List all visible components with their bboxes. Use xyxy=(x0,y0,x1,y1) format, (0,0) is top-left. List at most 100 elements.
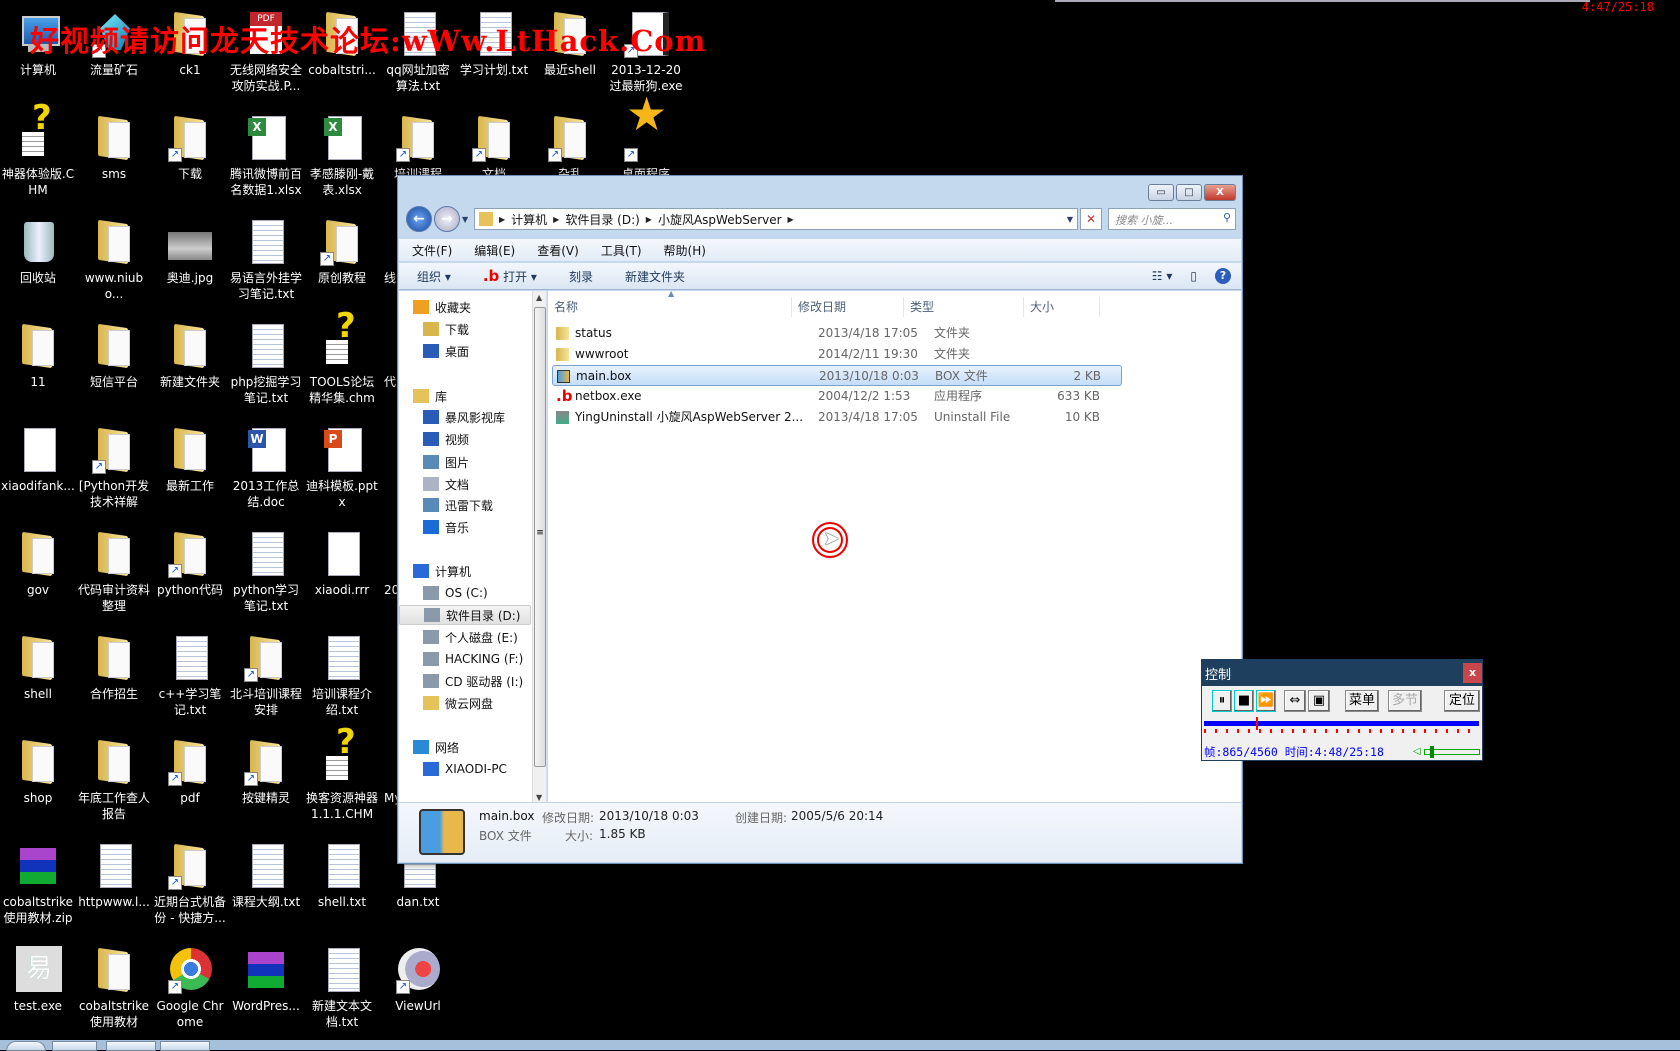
back-button[interactable]: ← xyxy=(406,206,432,232)
menu-edit[interactable]: 编辑(E) xyxy=(461,242,524,259)
menu-button[interactable]: 菜单 xyxy=(1345,690,1379,712)
nav-item[interactable]: 网络 xyxy=(399,737,531,757)
scroll-down-icon[interactable]: ▼ xyxy=(536,793,542,802)
fit-window-button[interactable]: ⇔ xyxy=(1284,690,1306,712)
desktop-icon[interactable]: cobaltstrike使用教材 xyxy=(76,940,152,1044)
desktop-icon[interactable]: ↗ Google Chrome xyxy=(152,940,228,1044)
nav-item[interactable]: XIAODI-PC xyxy=(399,759,531,779)
view-options-icon[interactable]: ☷ ▾ xyxy=(1152,269,1173,283)
chevron-right-icon[interactable]: ▶ xyxy=(788,215,794,224)
desktop-icon[interactable]: xiaodifank... xyxy=(0,420,76,524)
nav-item[interactable]: CD 驱动器 (I:) xyxy=(399,671,531,691)
desktop-icon[interactable]: 新建文本文档.txt xyxy=(304,940,380,1044)
stop-button[interactable]: ✕ xyxy=(1080,208,1102,230)
desktop-icon[interactable]: shell xyxy=(0,628,76,732)
desktop-icon[interactable]: 换客资源神器1.1.1.CHM xyxy=(304,732,380,836)
nav-item[interactable]: 图片 xyxy=(399,452,531,472)
column-modified[interactable]: 修改日期 xyxy=(792,297,904,317)
nav-item[interactable]: 软件目录 (D:) xyxy=(399,605,531,625)
desktop-icon[interactable]: 短信平台 xyxy=(76,316,152,420)
menu-help[interactable]: 帮助(H) xyxy=(651,242,715,259)
recent-pages-dropdown-icon[interactable]: ▼ xyxy=(462,215,468,224)
timeline-bar[interactable] xyxy=(1204,721,1479,726)
preview-pane-icon[interactable]: ▯ xyxy=(1190,269,1197,283)
desktop-icon[interactable]: 培训课程介绍.txt xyxy=(304,628,380,732)
nav-item[interactable]: 文档 xyxy=(399,474,531,494)
desktop-icon[interactable]: 代码审计资料整理 xyxy=(76,524,152,628)
desktop-icon[interactable]: TOOLS论坛精华集.chm xyxy=(304,316,380,420)
file-row[interactable]: .b netbox.exe 2004/12/2 1:53 应用程序 633 KB xyxy=(552,386,1122,407)
organize-button[interactable]: 组织 ▾ xyxy=(399,268,465,285)
desktop-icon[interactable]: ↗ pdf xyxy=(152,732,228,836)
nav-item[interactable]: 库 xyxy=(399,386,531,406)
menu-tools[interactable]: 工具(T) xyxy=(588,242,651,259)
desktop-icon[interactable]: 11 xyxy=(0,316,76,420)
desktop-icon[interactable]: sms xyxy=(76,108,152,212)
nav-item[interactable]: 收藏夹 xyxy=(399,297,531,317)
nav-item[interactable]: 迅雷下载 xyxy=(399,495,531,515)
file-row[interactable]: wwwroot 2014/2/11 19:30 文件夹 xyxy=(552,344,1122,365)
column-type[interactable]: 类型 xyxy=(904,297,1024,317)
nav-item[interactable]: 下载 xyxy=(399,319,531,339)
breadcrumb-folder[interactable]: 小旋风AspWebServer xyxy=(658,211,782,228)
nav-item[interactable]: HACKING (F:) xyxy=(399,649,531,669)
chevron-right-icon[interactable]: ▶ xyxy=(553,215,559,224)
desktop-icon[interactable]: ↗ python代码 xyxy=(152,524,228,628)
desktop-icon[interactable]: php挖掘学习笔记.txt xyxy=(228,316,304,420)
file-row[interactable]: main.box 2013/10/18 0:03 BOX 文件 2 KB xyxy=(552,365,1122,386)
locate-button[interactable]: 定位 xyxy=(1444,690,1480,712)
maximize-button[interactable]: □ xyxy=(1176,184,1202,201)
help-icon[interactable]: ? xyxy=(1215,268,1231,284)
nav-item[interactable]: 桌面 xyxy=(399,341,531,361)
desktop-icon[interactable]: 腾讯微博前百名数据1.xlsx xyxy=(228,108,304,212)
desktop-icon[interactable]: ↗ ViewUrl xyxy=(380,940,456,1044)
scroll-thumb[interactable]: ≡ xyxy=(534,307,546,767)
nav-item[interactable]: 微云网盘 xyxy=(399,693,531,713)
search-input[interactable]: 搜索 小旋... ⚲ xyxy=(1108,208,1236,230)
nav-item[interactable]: 视频 xyxy=(399,429,531,449)
nav-item[interactable]: OS (C:) xyxy=(399,583,531,603)
pause-button[interactable]: ⏸ xyxy=(1212,690,1232,712)
desktop-icon[interactable]: cobaltstrike使用教材.zip xyxy=(0,836,76,940)
desktop-icon[interactable]: httpwww.l... xyxy=(76,836,152,940)
desktop-icon[interactable]: 神器体验版.CHM xyxy=(0,108,76,212)
desktop-icon[interactable]: 年底工作查人报告 xyxy=(76,732,152,836)
new-folder-button[interactable]: 新建文件夹 xyxy=(607,268,699,285)
desktop-icon[interactable]: 课程大纲.txt xyxy=(228,836,304,940)
nav-item[interactable]: 个人磁盘 (E:) xyxy=(399,627,531,647)
desktop-icon[interactable]: 新建文件夹 xyxy=(152,316,228,420)
minimize-button[interactable]: ▭ xyxy=(1148,184,1174,201)
burn-button[interactable]: 刻录 xyxy=(551,268,607,285)
volume-slider[interactable] xyxy=(1424,746,1480,758)
desktop-icon[interactable]: 迪科模板.pptx xyxy=(304,420,380,524)
breadcrumb-computer[interactable]: 计算机 xyxy=(511,211,547,228)
file-row[interactable]: YingUninstall 小旋风AspWebServer 2... 2013/4… xyxy=(552,407,1122,428)
desktop-icon[interactable]: shop xyxy=(0,732,76,836)
desktop-icon[interactable]: ↗ 下载 xyxy=(152,108,228,212)
menu-view[interactable]: 查看(V) xyxy=(524,242,588,259)
address-dropdown-icon[interactable]: ▼ xyxy=(1067,215,1073,224)
scroll-up-icon[interactable]: ▲ xyxy=(536,293,542,302)
desktop-icon[interactable]: xiaodi.rrr xyxy=(304,524,380,628)
breadcrumb-drive-d[interactable]: 软件目录 (D:) xyxy=(565,211,639,228)
fast-forward-button[interactable]: ⏩ xyxy=(1256,690,1276,712)
desktop-icon[interactable]: WordPres... xyxy=(228,940,304,1044)
nav-item[interactable]: 音乐 xyxy=(399,517,531,537)
file-row[interactable]: status 2013/4/18 17:05 文件夹 xyxy=(552,323,1122,344)
chevron-right-icon[interactable]: ▶ xyxy=(646,215,652,224)
desktop-icon[interactable]: ↗ 按键精灵 xyxy=(228,732,304,836)
desktop-icon[interactable]: 回收站 xyxy=(0,212,76,316)
desktop-icon[interactable]: test.exe xyxy=(0,940,76,1044)
menu-file[interactable]: 文件(F) xyxy=(399,242,461,259)
close-button[interactable]: X xyxy=(1204,184,1236,201)
open-button[interactable]: .b 打开 ▾ xyxy=(465,267,551,285)
desktop-icon[interactable]: c++学习笔记.txt xyxy=(152,628,228,732)
desktop-icon[interactable]: ↗ [Python开发技术祥解 xyxy=(76,420,152,524)
desktop-icon[interactable]: python学习笔记.txt xyxy=(228,524,304,628)
desktop-icon[interactable]: 2013工作总结.doc xyxy=(228,420,304,524)
nav-item[interactable]: 计算机 xyxy=(399,561,531,581)
search-icon[interactable]: ⚲ xyxy=(1223,211,1231,224)
chevron-right-icon[interactable]: ▶ xyxy=(499,215,505,224)
volume-knob[interactable] xyxy=(1430,746,1435,758)
desktop-icon[interactable]: 最新工作 xyxy=(152,420,228,524)
